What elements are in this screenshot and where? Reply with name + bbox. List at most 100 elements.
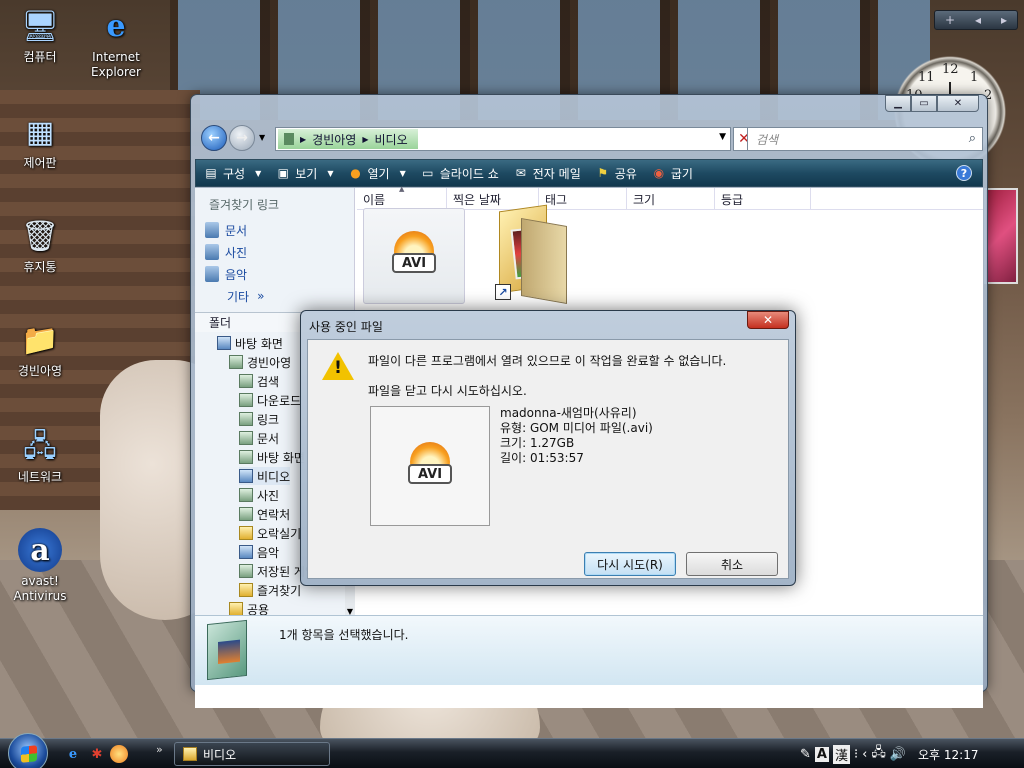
column-rating[interactable]: 등급 [715, 188, 811, 210]
previous-gadget-icon[interactable]: ◂ [975, 13, 981, 27]
desktop-icon-control-panel[interactable]: ▦ 제어판 [2, 110, 78, 171]
forward-button[interactable]: → [229, 125, 255, 151]
music-icon [239, 545, 253, 559]
cancel-button[interactable]: 취소 [686, 552, 778, 576]
back-button[interactable]: ← [201, 125, 227, 151]
chevron-down-icon: ▼ [255, 168, 262, 178]
minimize-button[interactable]: ▁ [885, 95, 911, 112]
search-icon[interactable]: ⌕ [969, 131, 976, 146]
column-tags[interactable]: 태그 [539, 188, 627, 210]
tree-item-favorites[interactable]: 즐겨찾기 [239, 581, 301, 599]
folders-title: 폴더 [209, 316, 232, 330]
share-label: 공유 [614, 166, 637, 181]
recycle-bin-icon: 🗑 [20, 218, 60, 254]
tree-item-desktop-folder[interactable]: 바탕 화면 [239, 448, 305, 466]
slideshow-gadget[interactable] [984, 188, 1018, 284]
column-name[interactable]: ▲ 이름 [357, 185, 447, 210]
slideshow-button[interactable]: ▭ 슬라이드 쇼 [413, 160, 506, 186]
favorite-link-documents[interactable]: 문서 [195, 219, 354, 241]
tree-item-videos[interactable]: 비디오 [239, 467, 291, 485]
computer-icon: 🖥 [20, 8, 60, 44]
tree-item-music[interactable]: 음악 [239, 543, 279, 561]
recent-pages-chevron-icon[interactable]: ▼ [259, 133, 265, 142]
breadcrumb-separator-icon: ▶ [362, 134, 369, 144]
desktop-icon [217, 336, 231, 350]
desktop-icon-label: 컴퓨터 [23, 50, 57, 64]
quicklaunch-more-icon[interactable]: » [156, 743, 163, 756]
desktop-icon-computer[interactable]: 🖥 컴퓨터 [2, 4, 78, 65]
favorite-link-pictures[interactable]: 사진 [195, 241, 354, 263]
tree-label: 즐겨찾기 [257, 583, 302, 598]
retry-button[interactable]: 다시 시도(R) [584, 552, 676, 576]
file-item-folder-shortcut[interactable]: ↗ [495, 204, 567, 305]
desktop-icon-recycle-bin[interactable]: 🗑 휴지통 [2, 214, 78, 275]
avi-file-icon: AVI [406, 442, 454, 490]
tree-item-games[interactable]: 오락실기 [239, 524, 301, 542]
favorites-icon [239, 583, 253, 597]
tree-label: 연락처 [257, 507, 291, 522]
network-icon: 🖧 [23, 428, 57, 464]
command-bar: ▤ 구성 ▼ ▣ 보기 ▼ ● 열기 ▼ ▭ 슬라이드 쇼 ✉ 전자 메일 ⚑ 공유 ◉ 굽기 ? [195, 159, 983, 187]
clock-number: 1 [970, 70, 979, 85]
address-bar[interactable]: ▶ 경빈아영 ▶ 비디오 ▼ [275, 127, 731, 151]
pictures-icon [205, 244, 219, 260]
volume-icon[interactable]: 🔊 [890, 747, 906, 762]
quicklaunch-gom-player-icon[interactable] [110, 745, 128, 763]
views-icon: ▣ [277, 166, 289, 180]
views-button[interactable]: ▣ 보기 ▼ [268, 160, 340, 186]
next-gadget-icon[interactable]: ▸ [1001, 13, 1007, 27]
email-button[interactable]: ✉ 전자 메일 [506, 160, 588, 186]
quicklaunch-app-icon[interactable]: ✱ [88, 745, 106, 763]
tree-label: 링크 [257, 412, 280, 427]
tree-item-pictures[interactable]: 사진 [239, 486, 279, 504]
clock-number: 11 [918, 70, 935, 85]
favorite-link-music[interactable]: 음악 [195, 263, 354, 285]
breadcrumb-user[interactable]: 경빈아영 [312, 131, 356, 148]
search-box[interactable]: 검색 ⌕ [747, 127, 983, 151]
tree-item-desktop[interactable]: 바탕 화면 [217, 334, 283, 352]
address-dropdown-icon[interactable]: ▼ [719, 132, 726, 142]
desktop-icon-internet-explorer[interactable]: e Internet Explorer [78, 4, 154, 80]
tree-item-links[interactable]: 링크 [239, 410, 279, 428]
ime-hanja[interactable]: 漢 [832, 744, 850, 764]
breadcrumb-videos[interactable]: 비디오 [374, 131, 407, 148]
file-in-use-dialog[interactable]: 사용 중인 파일 ✕ ! 파일이 다른 프로그램에서 열려 있으므로 이 작업을… [300, 310, 796, 586]
desktop-icon-user-folder[interactable]: 📁 경빈아영 [2, 318, 78, 379]
burn-button[interactable]: ◉ 굽기 [644, 160, 700, 186]
organize-label: 구성 [223, 166, 246, 181]
tree-item-search[interactable]: 검색 [239, 372, 279, 390]
organize-button[interactable]: ▤ 구성 ▼ [196, 160, 268, 186]
sidebar-gadget-controls[interactable]: + ◂ ▸ [934, 10, 1018, 30]
tray-expand-icon[interactable]: ‹ [862, 747, 867, 762]
desktop-icon-avast[interactable]: a avast! Antivirus [2, 528, 78, 604]
share-button[interactable]: ⚑ 공유 [588, 160, 644, 186]
favorite-link-more[interactable]: 기타 » [195, 285, 354, 307]
email-icon: ✉ [515, 166, 526, 180]
clock-time[interactable]: 오후 12:17 [918, 746, 978, 763]
close-window-button[interactable]: ✕ [937, 95, 979, 112]
network-status-icon[interactable]: 🖧 [871, 743, 886, 765]
add-gadget-icon[interactable]: + [945, 13, 955, 27]
file-item-avi[interactable]: AVI [363, 208, 465, 304]
start-button[interactable] [8, 733, 48, 768]
ime-options-icon[interactable]: ⁝ [854, 747, 858, 762]
taskbar-button-videos[interactable]: 비디오 [174, 742, 330, 766]
column-size[interactable]: 크기 [627, 188, 715, 210]
avi-tag: AVI [392, 253, 436, 273]
tree-item-downloads[interactable]: 다운로드 [239, 391, 301, 409]
dialog-close-button[interactable]: ✕ [747, 311, 789, 329]
tree-item-public[interactable]: 공용 [229, 600, 269, 616]
ime-mode-a[interactable]: A [814, 746, 829, 762]
quicklaunch-internet-explorer-icon[interactable]: e [64, 745, 82, 763]
more-label: 기타 [227, 289, 250, 304]
help-icon[interactable]: ? [956, 165, 972, 181]
ime-pen-icon[interactable]: ✎ [800, 747, 811, 762]
tree-item-documents[interactable]: 문서 [239, 429, 279, 447]
search-folder-icon [239, 374, 253, 388]
desktop-icon-network[interactable]: 🖧 네트워크 [2, 424, 78, 485]
open-button[interactable]: ● 열기 ▼ [341, 160, 413, 186]
maximize-button[interactable]: ▭ [911, 95, 937, 112]
windows-logo-icon [21, 745, 37, 763]
tree-item-contacts[interactable]: 연락처 [239, 505, 290, 523]
tree-item-user[interactable]: 경빈아영 [229, 353, 291, 371]
